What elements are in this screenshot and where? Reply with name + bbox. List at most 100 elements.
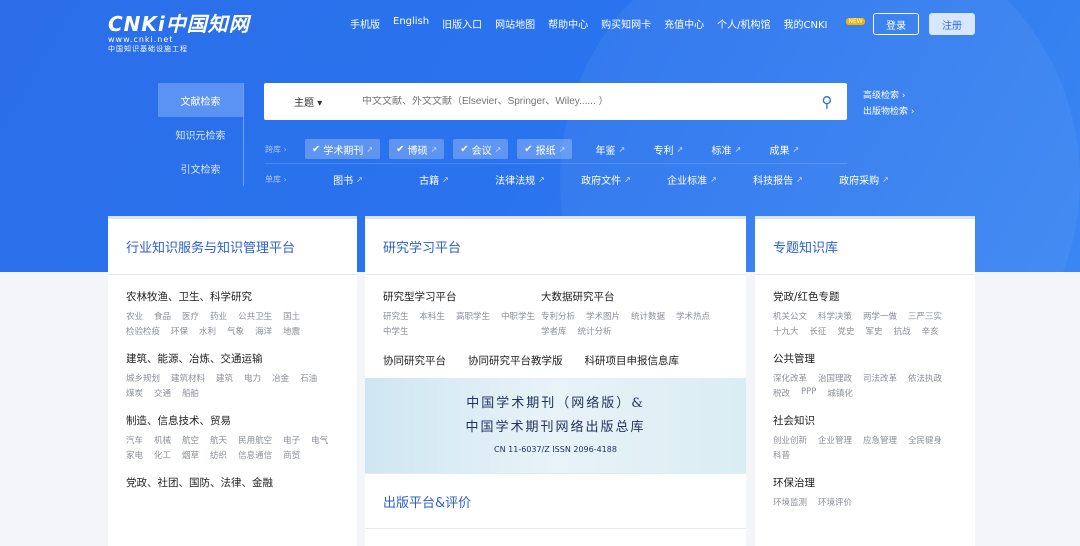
tag-link[interactable]: 检验检疫 [126, 325, 160, 337]
cnki-logo[interactable]: CNKi中国知网 www.cnki.net 中国知识基础设施工程 [108, 8, 250, 54]
tag-link[interactable]: 中职学生 [501, 310, 535, 322]
nav-personal[interactable]: 个人/机构馆 [717, 16, 770, 31]
section-heading[interactable]: 大数据研究平台 [541, 289, 728, 304]
tag-link[interactable]: 机关公文 [773, 310, 807, 322]
tag-link[interactable]: 石油 [300, 372, 317, 384]
search-field-select[interactable]: 主题 ▾ [264, 94, 354, 109]
db-link-books[interactable]: 图书 ↗ [305, 169, 391, 189]
tag-link[interactable]: 建筑材料 [171, 372, 205, 384]
tag-link[interactable]: 依法执政 [908, 372, 942, 384]
tag-link[interactable]: 党史 [838, 325, 855, 337]
tag-link[interactable]: 科学决策 [818, 310, 852, 322]
tag-link[interactable]: 环境监测 [773, 496, 807, 508]
login-button[interactable]: 登录 [873, 13, 919, 35]
tag-link[interactable]: 民用航空 [238, 434, 272, 446]
tag-link[interactable]: 建筑 [216, 372, 233, 384]
db-link-gov-procurement[interactable]: 政府采购 ↗ [821, 169, 907, 189]
db-link-law[interactable]: 法律法规 ↗ [477, 169, 563, 189]
tag-link[interactable]: 辛亥 [922, 325, 939, 337]
db-link-enterprise-std[interactable]: 企业标准 ↗ [649, 169, 735, 189]
tag-link[interactable]: 煤炭 [126, 387, 143, 399]
tag-link[interactable]: 信息通信 [238, 449, 272, 461]
tag-link[interactable]: 科普 [773, 449, 790, 461]
tag-link[interactable]: 电子 [283, 434, 300, 446]
db-chip-thesis[interactable]: ✔ 博硕 ↗ [389, 139, 445, 159]
tag-link[interactable]: 两学一做 [863, 310, 897, 322]
tag-link[interactable]: 全民健身 [908, 434, 942, 446]
advanced-search-link[interactable]: 高级检索 › [863, 88, 914, 104]
tag-link[interactable]: 公共卫生 [238, 310, 272, 322]
tag-link[interactable]: 治国理政 [818, 372, 852, 384]
tag-link[interactable]: 创业创新 [773, 434, 807, 446]
tag-link[interactable]: 电气 [311, 434, 328, 446]
tag-link[interactable]: 十九大 [773, 325, 799, 337]
tag-link[interactable]: 税改 [773, 387, 790, 399]
tag-link[interactable]: 水利 [199, 325, 216, 337]
card-title[interactable]: 行业知识服务与知识管理平台 [108, 219, 357, 275]
section-heading[interactable]: 建筑、能源、冶炼、交通运输 [126, 351, 339, 366]
tag-link[interactable]: 学术热点 [676, 310, 710, 322]
tag-link[interactable]: 企业管理 [818, 434, 852, 446]
nav-help[interactable]: 帮助中心 [548, 16, 588, 31]
tag-link[interactable]: 学术图片 [586, 310, 620, 322]
db-chip-patent[interactable]: 专利 ↗ [639, 139, 697, 159]
tag-link[interactable]: 纺织 [210, 449, 227, 461]
nav-sitemap[interactable]: 网站地图 [495, 16, 535, 31]
publishing-title[interactable]: 出版平台&评价 [365, 473, 746, 529]
db-chip-conference[interactable]: ✔ 会议 ↗ [453, 139, 509, 159]
link-project-database[interactable]: 科研项目申报信息库 [585, 353, 680, 368]
publication-search-link[interactable]: 出版物检索 › [863, 104, 914, 120]
tag-link[interactable]: 航空 [182, 434, 199, 446]
tag-link[interactable]: 机械 [154, 434, 171, 446]
tag-link[interactable]: 城镇化 [827, 387, 853, 399]
tag-link[interactable]: 环保 [171, 325, 188, 337]
tab-literature-search[interactable]: 文献检索 [158, 83, 243, 117]
nav-buy-card[interactable]: 购买知网卡 [601, 16, 651, 31]
section-heading[interactable]: 党政/红色专题 [773, 289, 957, 304]
tag-link[interactable]: 农业 [126, 310, 143, 322]
db-link-ancient[interactable]: 古籍 ↗ [391, 169, 477, 189]
tag-link[interactable]: 国土 [283, 310, 300, 322]
nav-my-cnki[interactable]: 我的CNKI NEW [783, 16, 865, 31]
section-heading[interactable]: 社会知识 [773, 413, 957, 428]
tag-link[interactable]: 本科生 [420, 310, 446, 322]
tag-link[interactable]: 高职学生 [456, 310, 490, 322]
db-chip-achievement[interactable]: 成果 ↗ [755, 139, 813, 159]
tag-link[interactable]: 中学生 [383, 325, 409, 337]
tag-link[interactable]: 交通 [154, 387, 171, 399]
tag-link[interactable]: 家电 [126, 449, 143, 461]
tag-link[interactable]: 船舶 [182, 387, 199, 399]
section-heading[interactable]: 农林牧渔、卫生、科学研究 [126, 289, 339, 304]
tag-link[interactable]: 长征 [810, 325, 827, 337]
tag-link[interactable]: 城乡规划 [126, 372, 160, 384]
card-title[interactable]: 专题知识库 [755, 219, 975, 275]
journal-promo-banner[interactable]: 中国学术期刊（网络版）& 中国学术期刊网络出版总库 CN 11-6037/Z I… [365, 378, 746, 473]
section-heading[interactable]: 制造、信息技术、贸易 [126, 413, 339, 428]
tag-link[interactable]: 药业 [210, 310, 227, 322]
tag-link[interactable]: 深化改革 [773, 372, 807, 384]
tag-link[interactable]: 气象 [227, 325, 244, 337]
tag-link[interactable]: PPP [801, 387, 816, 399]
tag-link[interactable]: 地震 [283, 325, 300, 337]
db-link-tech-reports[interactable]: 科技报告 ↗ [735, 169, 821, 189]
db-chip-standard[interactable]: 标准 ↗ [697, 139, 755, 159]
tag-link[interactable]: 航天 [210, 434, 227, 446]
tag-link[interactable]: 军史 [866, 325, 883, 337]
tag-link[interactable]: 冶金 [272, 372, 289, 384]
nav-recharge[interactable]: 充值中心 [664, 16, 704, 31]
link-collab-platform[interactable]: 协同研究平台 [383, 353, 446, 368]
nav-english[interactable]: English [393, 16, 429, 31]
tag-link[interactable]: 三严三实 [908, 310, 942, 322]
tab-knowledge-search[interactable]: 知识元检索 [158, 117, 243, 151]
tag-link[interactable]: 商贸 [283, 449, 300, 461]
section-heading[interactable]: 党政、社团、国防、法律、金融 [126, 475, 339, 490]
tag-link[interactable]: 环境评价 [818, 496, 852, 508]
nav-old-version[interactable]: 旧版入口 [442, 16, 482, 31]
search-icon[interactable]: ⚲ [807, 93, 847, 111]
tag-link[interactable]: 应急管理 [863, 434, 897, 446]
db-link-gov-docs[interactable]: 政府文件 ↗ [563, 169, 649, 189]
section-heading[interactable]: 研究型学习平台 [383, 289, 541, 304]
tag-link[interactable]: 医疗 [182, 310, 199, 322]
tag-link[interactable]: 专利分析 [541, 310, 575, 322]
tag-link[interactable]: 食品 [154, 310, 171, 322]
